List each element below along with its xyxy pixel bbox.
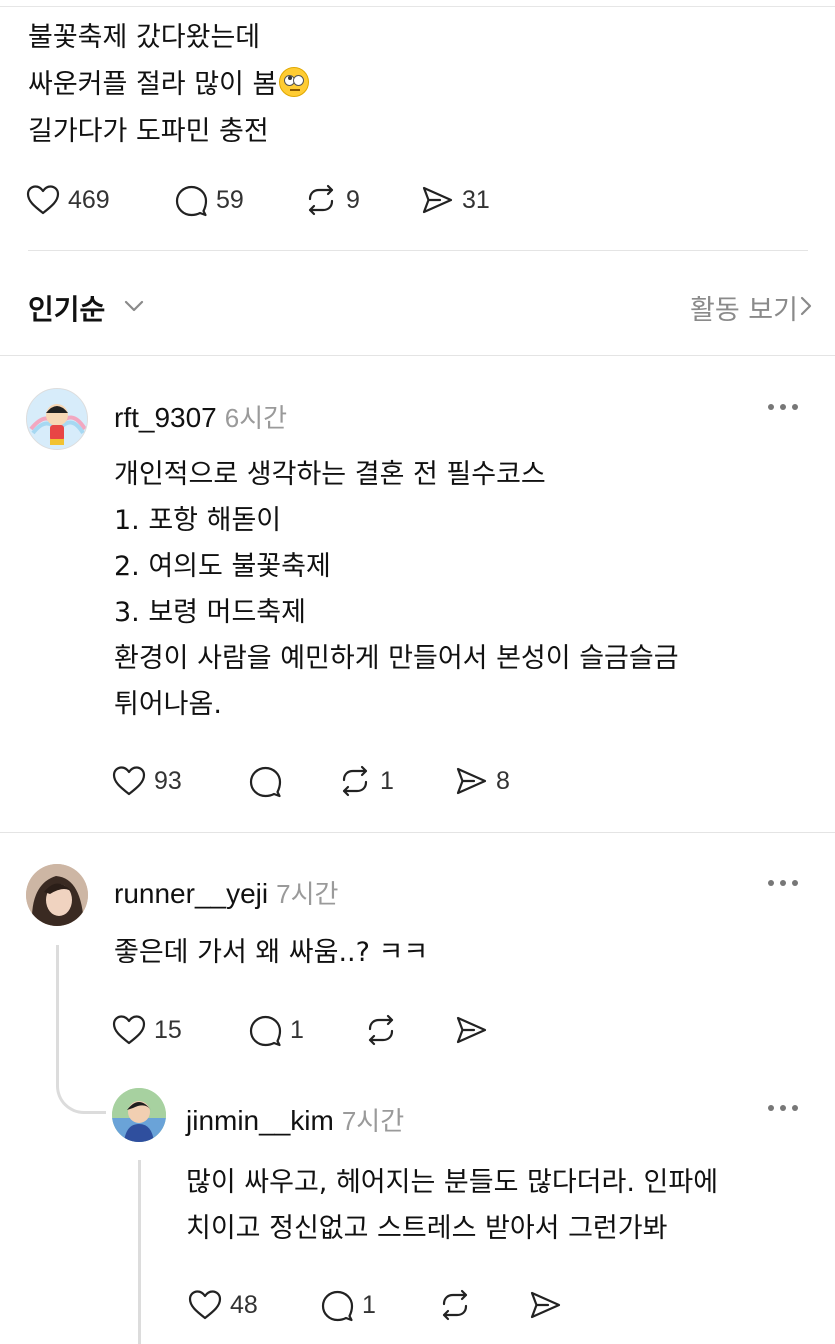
sort-bar: 인기순 활동 보기 — [28, 282, 812, 330]
avatar[interactable] — [112, 1088, 166, 1142]
comment-text: 좋은데 가서 왜 싸움..? ㅋㅋ — [114, 937, 429, 968]
more-options-icon[interactable] — [768, 402, 800, 412]
like-button[interactable]: 93 — [110, 761, 182, 801]
post-line-2: 싸운커플 절라 많이 봄 — [28, 61, 808, 108]
reply-count: 1 — [290, 1015, 304, 1044]
comment-bubble-icon — [246, 762, 284, 800]
profile-photo-icon — [26, 864, 88, 926]
cartoon-avatar-icon — [27, 389, 87, 449]
comment-author[interactable]: jinmin__kim 7시간 — [186, 1101, 404, 1138]
comment-actions: 93 1 8 — [110, 761, 610, 801]
comment-bubble-icon — [318, 1286, 356, 1324]
repost-icon — [362, 1011, 400, 1049]
heart-icon — [110, 1011, 148, 1049]
post-line-3: 길가다가 도파민 충전 — [28, 116, 269, 147]
comment-text: 개인적으로 생각하는 결혼 전 필수코스 1. 포항 해돋이 2. 여의도 불꽃… — [114, 459, 679, 720]
send-icon — [526, 1286, 564, 1324]
heart-icon — [110, 762, 148, 800]
top-divider — [0, 0, 835, 7]
reply-button[interactable]: 1 — [318, 1285, 376, 1325]
more-options-icon[interactable] — [768, 878, 800, 888]
chevron-right-icon[interactable] — [794, 292, 818, 320]
chevron-down-icon[interactable] — [120, 292, 148, 320]
post-divider — [28, 250, 808, 251]
post-line-1: 불꽃축제 갔다왔는데 — [28, 22, 261, 53]
like-button[interactable]: 469 — [24, 180, 110, 220]
reply-button[interactable]: 1 — [246, 1010, 304, 1050]
rolling-eyes-emoji-icon — [279, 67, 310, 97]
avatar[interactable] — [26, 864, 88, 926]
send-icon — [452, 762, 490, 800]
send-icon — [418, 181, 456, 219]
heart-icon — [24, 181, 62, 219]
thread-connector — [56, 1040, 106, 1114]
comment-author[interactable]: runner__yeji 7시간 — [114, 874, 338, 911]
thread-line — [138, 1160, 141, 1344]
post-body: 불꽃축제 갔다왔는데 싸운커플 절라 많이 봄 길가다가 도파민 충전 — [28, 14, 808, 155]
like-count: 469 — [68, 185, 110, 214]
comment-time: 7시간 — [341, 1106, 405, 1136]
like-button[interactable]: 48 — [186, 1285, 258, 1325]
comment-author[interactable]: rft_9307 6시간 — [114, 398, 287, 435]
repost-button[interactable] — [362, 1010, 406, 1050]
comment-count: 59 — [216, 185, 244, 214]
comment-divider — [0, 832, 835, 833]
repost-icon — [302, 181, 340, 219]
reply-count: 1 — [362, 1290, 376, 1319]
comment-bubble-icon — [172, 181, 210, 219]
repost-count: 1 — [380, 766, 394, 795]
sort-dropdown[interactable]: 인기순 — [28, 288, 105, 328]
repost-button[interactable] — [436, 1285, 480, 1325]
like-count: 48 — [230, 1290, 258, 1319]
profile-photo-icon — [112, 1088, 166, 1142]
share-count: 31 — [462, 185, 490, 214]
like-button[interactable]: 15 — [110, 1010, 182, 1050]
thread-line — [56, 945, 59, 1045]
repost-button[interactable]: 1 — [336, 761, 394, 801]
comment-time: 6시간 — [224, 403, 288, 433]
comment-text: 많이 싸우고, 헤어지는 분들도 많다더라. 인파에 치이고 정신없고 스트레스… — [186, 1167, 719, 1244]
repost-count: 9 — [346, 185, 360, 214]
like-count: 15 — [154, 1015, 182, 1044]
repost-icon — [436, 1286, 474, 1324]
comment-button[interactable]: 59 — [172, 180, 244, 220]
send-icon — [452, 1011, 490, 1049]
comment-time: 7시간 — [276, 879, 339, 909]
like-count: 93 — [154, 766, 182, 795]
share-count: 8 — [496, 766, 510, 795]
repost-button[interactable]: 9 — [302, 180, 360, 220]
view-activity-link[interactable]: 활동 보기 — [690, 288, 798, 327]
share-button[interactable]: 8 — [452, 761, 510, 801]
post-actions: 469 59 9 31 — [24, 180, 624, 220]
comment-actions: 48 1 — [186, 1285, 606, 1325]
share-button[interactable] — [452, 1010, 496, 1050]
share-button[interactable]: 31 — [418, 180, 490, 220]
comment-bubble-icon — [246, 1011, 284, 1049]
repost-icon — [336, 762, 374, 800]
heart-icon — [186, 1286, 224, 1324]
more-options-icon[interactable] — [768, 1103, 800, 1113]
section-divider — [0, 355, 835, 356]
comment-actions: 15 1 — [110, 1010, 610, 1050]
avatar[interactable] — [26, 388, 88, 450]
reply-button[interactable] — [246, 761, 290, 801]
share-button[interactable] — [526, 1285, 570, 1325]
